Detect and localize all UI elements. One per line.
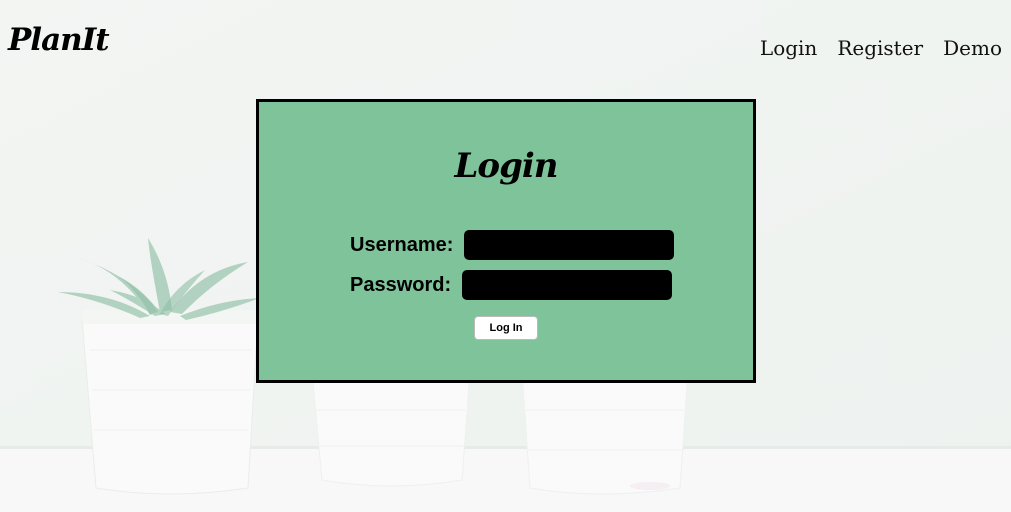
nav-login-link[interactable]: Login	[760, 36, 817, 60]
login-title: Login	[454, 146, 559, 186]
planit-logo[interactable]: PlanIt	[8, 22, 110, 58]
username-row: Username:	[350, 230, 674, 260]
nav-register-link[interactable]: Register	[837, 36, 923, 60]
password-input[interactable]	[462, 270, 672, 300]
password-row: Password:	[350, 270, 672, 300]
top-nav: Login Register Demo	[760, 36, 1002, 60]
log-in-button[interactable]: Log In	[474, 316, 538, 340]
username-label: Username:	[350, 233, 454, 256]
username-input[interactable]	[464, 230, 674, 260]
login-form: Login Username: Password: Log In	[256, 99, 756, 383]
nav-demo-link[interactable]: Demo	[943, 36, 1002, 60]
password-label: Password:	[350, 273, 452, 296]
